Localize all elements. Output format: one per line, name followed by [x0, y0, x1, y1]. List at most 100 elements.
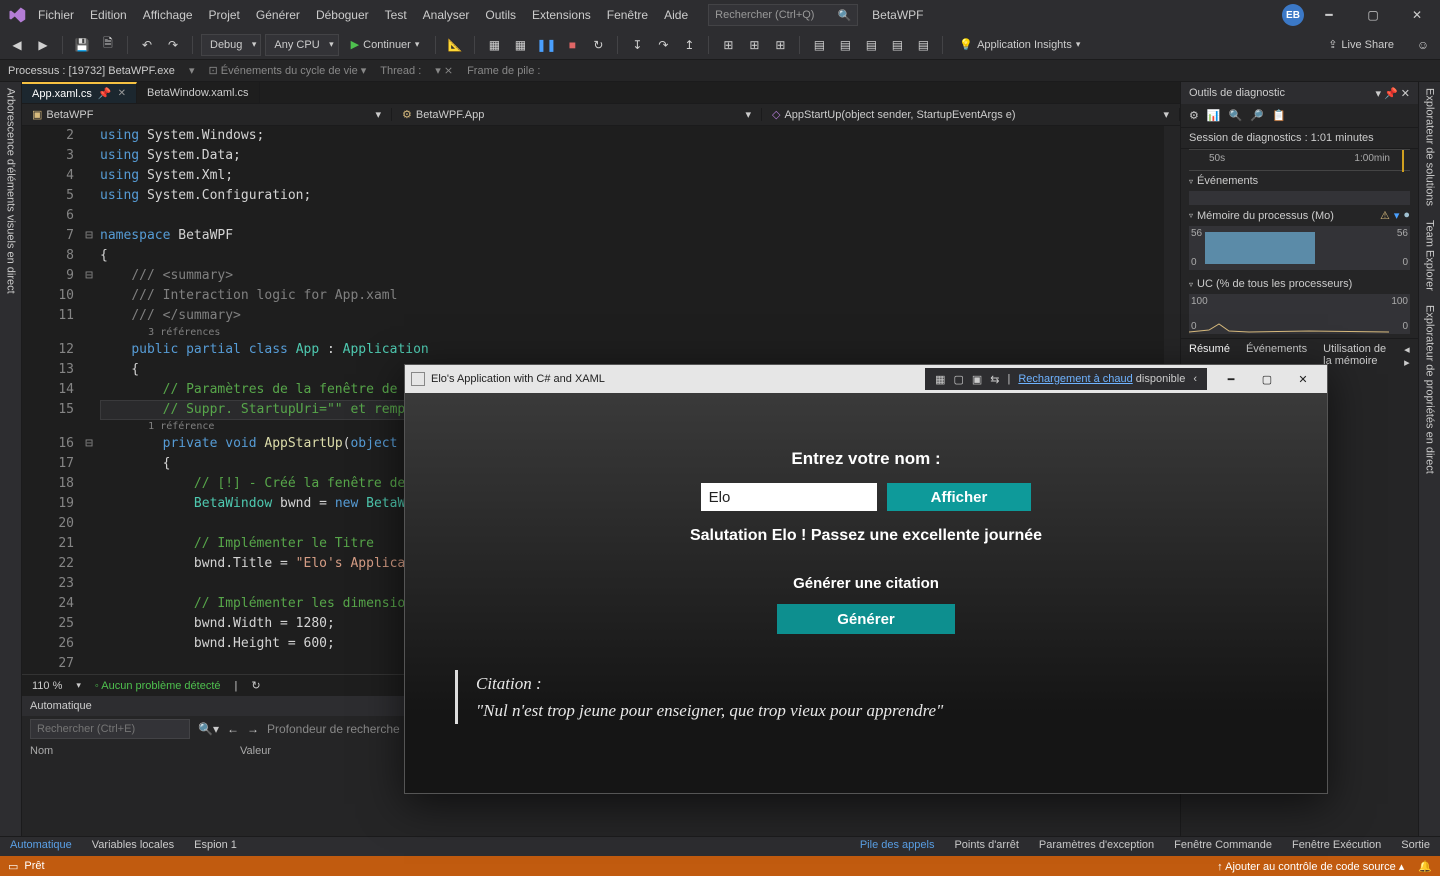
window-minimize-button[interactable]: ━	[1310, 1, 1348, 29]
tool-icon-h[interactable]: ▤	[912, 34, 934, 56]
right-panel-tab[interactable]: Team Explorer	[1424, 220, 1436, 291]
titlebar-search[interactable]: Rechercher (Ctrl+Q) 🔍	[708, 4, 858, 26]
diag-title: Outils de diagnostic	[1189, 87, 1375, 99]
app-close-button[interactable]: ✕	[1285, 368, 1321, 390]
bottom-tab[interactable]: Espion 1	[184, 837, 247, 856]
zoom-out-icon[interactable]: 🔎	[1250, 109, 1264, 122]
stop-button[interactable]: ■	[561, 34, 583, 56]
zoom-in-icon[interactable]: 🔍	[1229, 109, 1243, 122]
menu-affichage[interactable]: Affichage	[135, 2, 201, 28]
app-maximize-button[interactable]: ▢	[1249, 368, 1285, 390]
hot-tool-icon[interactable]: ▢	[953, 373, 963, 386]
nav-scope[interactable]: ▣BetaWPF▾	[22, 108, 392, 121]
bottom-right-tab[interactable]: Pile des appels	[850, 837, 945, 856]
platform-dropdown[interactable]: Any CPU	[265, 34, 338, 56]
menu-outils[interactable]: Outils	[477, 2, 524, 28]
nav-fwd-icon[interactable]: →	[247, 722, 259, 736]
right-collapsed-strip: Explorateur de solutions Team Explorer Exp…	[1418, 82, 1440, 836]
source-control-button[interactable]: ↑ Ajouter au contrôle de code source ▴	[1217, 860, 1404, 873]
config-dropdown[interactable]: Debug	[201, 34, 261, 56]
menu-déboguer[interactable]: Déboguer	[308, 2, 377, 28]
search-icon[interactable]: 🔍▾	[198, 722, 219, 736]
menu-aide[interactable]: Aide	[656, 2, 696, 28]
continue-button[interactable]: ▶Continuer▾	[343, 38, 428, 51]
diag-timeline[interactable]: 50s 1:00min	[1189, 149, 1410, 171]
titlebar: FichierEditionAffichageProjetGénérerDébo…	[0, 0, 1440, 30]
pin-icon[interactable]: 📌	[98, 87, 112, 100]
redo-button[interactable]: ↷	[162, 34, 184, 56]
bottom-tab[interactable]: Variables locales	[82, 837, 184, 856]
app-minimize-button[interactable]: ━	[1213, 368, 1249, 390]
bell-icon[interactable]: 🔔	[1418, 860, 1432, 873]
refresh-icon[interactable]: ↻	[251, 679, 260, 692]
tab-app-xaml-cs[interactable]: App.xaml.cs 📌 ✕	[22, 82, 137, 103]
left-collapsed-panel[interactable]: Arborescence d'éléments visuels en direc…	[0, 82, 22, 836]
play-icon: ▶	[351, 38, 359, 51]
diag-icon-2[interactable]: 📋	[1272, 109, 1286, 122]
gear-icon[interactable]: ⚙	[1189, 109, 1199, 122]
window-restore-button[interactable]: ▢	[1354, 1, 1392, 29]
right-panel-tab[interactable]: Explorateur de solutions	[1424, 88, 1436, 206]
bottom-tab[interactable]: Automatique	[0, 837, 82, 856]
dbg-icon-2[interactable]: ▦	[509, 34, 531, 56]
tool-icon-g[interactable]: ▤	[886, 34, 908, 56]
bottom-right-tab[interactable]: Fenêtre Commande	[1164, 837, 1282, 856]
app-insights-dropdown[interactable]: 💡Application Insights▾	[951, 38, 1088, 51]
dbg-icon-1[interactable]: ▦	[483, 34, 505, 56]
menu-générer[interactable]: Générer	[248, 2, 308, 28]
bottom-right-tab[interactable]: Sortie	[1391, 837, 1440, 856]
tool-icon-c[interactable]: ⊞	[769, 34, 791, 56]
bottom-tabs: AutomatiqueVariables localesEspion 1 Pile…	[0, 836, 1440, 856]
step-out-button[interactable]: ↥	[678, 34, 700, 56]
menu-test[interactable]: Test	[377, 2, 415, 28]
nav-back-button[interactable]: ◀	[6, 34, 28, 56]
menu-analyser[interactable]: Analyser	[415, 2, 478, 28]
nav-class[interactable]: ⚙BetaWPF.App▾	[392, 108, 762, 121]
hot-tool-icon[interactable]: ▣	[972, 373, 982, 386]
live-share-button[interactable]: ⇪Live Share	[1320, 38, 1402, 51]
nav-member[interactable]: ◇AppStartUp(object sender, StartupEventA…	[762, 108, 1180, 121]
generate-button[interactable]: Générer	[777, 604, 955, 634]
tool-icon-d[interactable]: ▤	[808, 34, 830, 56]
nav-fwd-button[interactable]: ▶	[32, 34, 54, 56]
tab-betawindow-xaml-cs[interactable]: BetaWindow.xaml.cs	[137, 82, 259, 103]
menu-fenêtre[interactable]: Fenêtre	[599, 2, 656, 28]
cpu-chart: 100 100 0 0	[1189, 294, 1410, 334]
step-toolbar-icon[interactable]: 📐	[444, 34, 466, 56]
bottom-right-tab[interactable]: Paramètres d'exception	[1029, 837, 1164, 856]
menu-fichier[interactable]: Fichier	[30, 2, 82, 28]
diag-icon-1[interactable]: 📊	[1207, 109, 1221, 122]
save-button[interactable]: 💾	[71, 34, 93, 56]
step-into-button[interactable]: ↧	[626, 34, 648, 56]
restart-button[interactable]: ↻	[587, 34, 609, 56]
main-toolbar: ◀ ▶ 💾 🗎 ↶ ↷ Debug Any CPU ▶Continuer▾ 📐 …	[0, 30, 1440, 60]
window-close-button[interactable]: ✕	[1398, 1, 1436, 29]
debug-process-bar: Processus : [19732] BetaWPF.exe ▾ ⊡ Évén…	[0, 60, 1440, 82]
user-avatar[interactable]: EB	[1282, 4, 1304, 26]
pause-button[interactable]: ❚❚	[535, 34, 557, 56]
problems-indicator[interactable]: ◦ Aucun problème détecté	[95, 680, 221, 692]
save-all-button[interactable]: 🗎	[97, 34, 119, 56]
bottom-right-tab[interactable]: Points d'arrêt	[944, 837, 1028, 856]
right-panel-tab[interactable]: Explorateur de propriétés en direct	[1424, 305, 1436, 474]
step-over-button[interactable]: ↷	[652, 34, 674, 56]
bottom-right-tab[interactable]: Fenêtre Exécution	[1282, 837, 1391, 856]
autos-search-input[interactable]	[30, 719, 190, 739]
tool-icon-f[interactable]: ▤	[860, 34, 882, 56]
close-icon[interactable]: ✕	[118, 88, 126, 99]
feedback-icon[interactable]: ☺	[1412, 34, 1434, 56]
tool-icon-a[interactable]: ⊞	[717, 34, 739, 56]
undo-button[interactable]: ↶	[136, 34, 158, 56]
menu-projet[interactable]: Projet	[201, 2, 248, 28]
nav-back-icon[interactable]: ←	[227, 722, 239, 736]
hot-reload-bar[interactable]: ▦ ▢ ▣ ⇆ | Rechargement à chaud disponibl…	[925, 368, 1207, 390]
menu-extensions[interactable]: Extensions	[524, 2, 599, 28]
tool-icon-b[interactable]: ⊞	[743, 34, 765, 56]
hot-tool-icon[interactable]: ▦	[935, 373, 945, 386]
menu-edition[interactable]: Edition	[82, 2, 135, 28]
tool-icon-e[interactable]: ▤	[834, 34, 856, 56]
name-input[interactable]	[701, 483, 877, 511]
zoom-level[interactable]: 110 %	[32, 680, 62, 692]
show-button[interactable]: Afficher	[887, 483, 1032, 511]
hot-tool-icon[interactable]: ⇆	[990, 373, 999, 386]
